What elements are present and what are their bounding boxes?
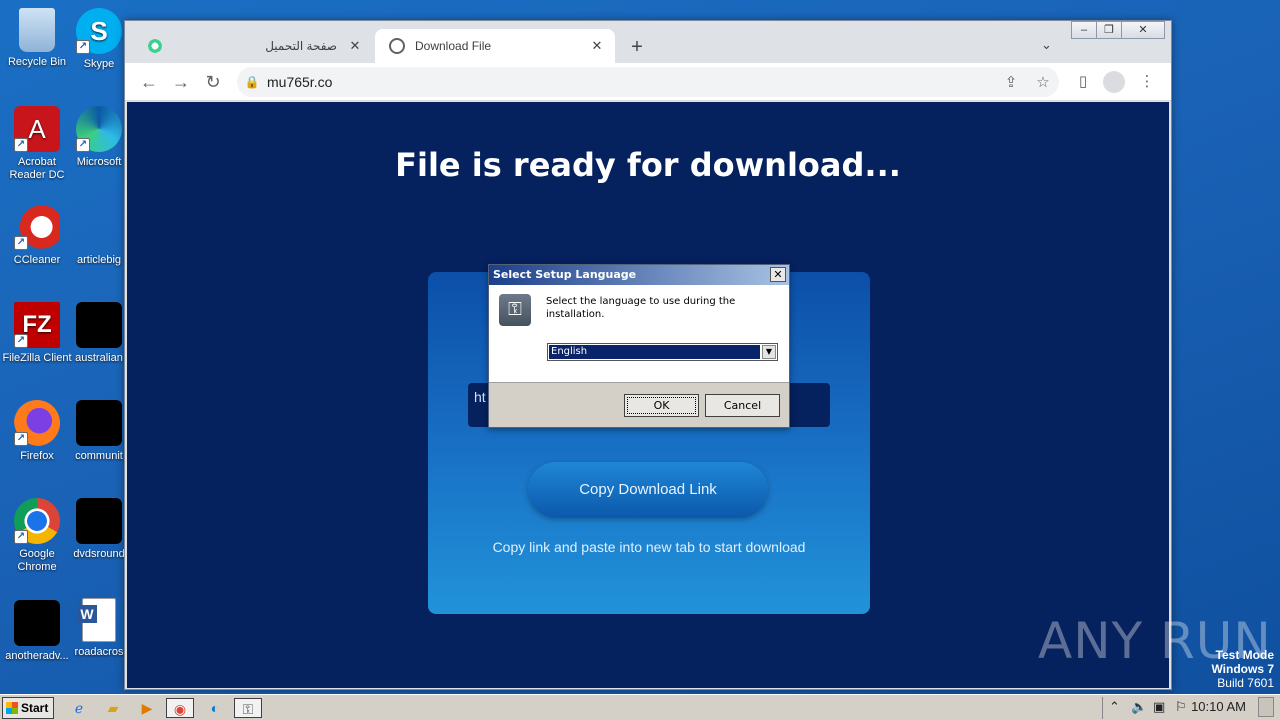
action-center-flag-icon[interactable]: ⚐	[1175, 699, 1187, 715]
page-title: File is ready for download...	[395, 146, 901, 184]
lock-icon[interactable]: 🔒	[237, 75, 267, 89]
download-hint: Copy link and paste into new tab to star…	[492, 539, 806, 555]
filezilla-icon: FZ ↗	[14, 302, 60, 348]
internet-explorer-icon[interactable]: ℯ	[68, 698, 90, 718]
file-icon	[76, 204, 122, 250]
window-close-button[interactable]: ✕	[1121, 21, 1165, 39]
address-bar[interactable]: 🔒 mu765r.co ⇪ ☆	[237, 67, 1059, 97]
start-button[interactable]: Start	[2, 697, 54, 719]
side-panel-icon[interactable]: ▯	[1071, 70, 1095, 94]
show-hidden-icons-chevron-icon[interactable]: ⌃	[1109, 699, 1120, 715]
close-icon[interactable]: ✕	[589, 38, 605, 54]
chrome-taskbar-icon[interactable]: ◉	[166, 698, 194, 718]
language-select[interactable]: English ▼	[547, 343, 778, 361]
language-selected-value: English	[549, 345, 760, 359]
file-thumbnail-icon	[76, 400, 122, 446]
globe-icon	[389, 38, 405, 54]
file-thumbnail-icon	[14, 600, 60, 646]
recycle-bin-icon	[19, 8, 55, 52]
browser-toolbar: ← → ↻ 🔒 mu765r.co ⇪ ☆ ▯ ⋮	[125, 63, 1171, 101]
dialog-title: Select Setup Language	[489, 265, 789, 285]
dialog-footer: OK Cancel	[489, 382, 789, 427]
system-tray: ⌃ 🔈 ▣ ⚐ 10:10 AM	[1102, 697, 1280, 719]
url-text[interactable]: mu765r.co	[267, 74, 995, 90]
file-explorer-icon[interactable]: ▰	[102, 698, 124, 718]
new-tab-button[interactable]: +	[625, 36, 649, 60]
avatar	[1103, 71, 1125, 93]
tab-download-page-arabic[interactable]: صفحة التحميل ✕	[133, 29, 373, 63]
skype-icon: S ↗	[76, 8, 122, 54]
reload-icon[interactable]: ↻	[201, 70, 225, 94]
media-player-icon[interactable]: ▶	[136, 698, 158, 718]
edge-icon: ↗	[76, 106, 122, 152]
dropdown-arrow-icon[interactable]: ▼	[762, 345, 776, 359]
firefox-icon: ↗	[14, 400, 60, 446]
profile-avatar-icon[interactable]	[1103, 70, 1127, 94]
acrobat-icon: A ↗	[14, 106, 60, 152]
edge-taskbar-icon[interactable]: ◐	[204, 698, 226, 718]
ccleaner-icon: ↗	[14, 204, 60, 250]
restore-button[interactable]: ❐	[1096, 21, 1122, 39]
bookmark-star-icon[interactable]: ☆	[1027, 73, 1059, 91]
window-controls: – ❐ ✕	[1071, 21, 1165, 39]
dialog-message: Select the language to use during the in…	[546, 296, 736, 320]
tab-search-chevron-down-icon[interactable]: ⌄	[1041, 37, 1052, 53]
back-arrow-icon[interactable]: ←	[137, 70, 161, 94]
word-document-icon: W	[77, 598, 116, 642]
network-icon[interactable]: ▣	[1153, 699, 1165, 715]
dialog-close-button[interactable]: ✕	[770, 267, 786, 282]
file-thumbnail-icon	[76, 498, 122, 544]
close-icon[interactable]: ✕	[347, 38, 363, 54]
forward-arrow-icon[interactable]: →	[169, 70, 193, 94]
file-thumbnail-icon	[76, 302, 122, 348]
tab-download-file[interactable]: Download File ✕	[375, 29, 615, 63]
chrome-icon: ↗	[14, 498, 60, 544]
select-setup-language-dialog: Select Setup Language ✕ ⚿ Select the lan…	[488, 264, 790, 428]
windows-logo-icon	[6, 702, 18, 714]
ok-button[interactable]: OK	[624, 394, 699, 417]
setup-key-icon: ⚿	[499, 294, 531, 326]
share-icon[interactable]: ⇪	[995, 73, 1027, 91]
copy-download-link-button[interactable]: Copy Download Link	[528, 462, 768, 518]
cancel-button[interactable]: Cancel	[705, 394, 780, 417]
menu-kebab-icon[interactable]: ⋮	[1135, 70, 1159, 94]
clock[interactable]: 10:10 AM	[1191, 699, 1246, 714]
taskbar: Start ℯ ▰ ▶ ◉ ◐ ⚿ ⌃ 🔈 ▣ ⚐ 10:10 AM	[0, 694, 1280, 720]
tab-strip: صفحة التحميل ✕ Download File ✕ + ⌄ – ❐ ✕	[125, 21, 1171, 63]
show-desktop-button[interactable]	[1258, 697, 1274, 717]
test-mode-notice: Test Mode Windows 7 Build 7601	[1211, 648, 1274, 690]
site-favicon-icon	[147, 38, 163, 54]
volume-icon[interactable]: 🔈	[1131, 699, 1147, 715]
minimize-button[interactable]: –	[1071, 21, 1097, 39]
setup-taskbar-icon[interactable]: ⚿	[234, 698, 262, 718]
